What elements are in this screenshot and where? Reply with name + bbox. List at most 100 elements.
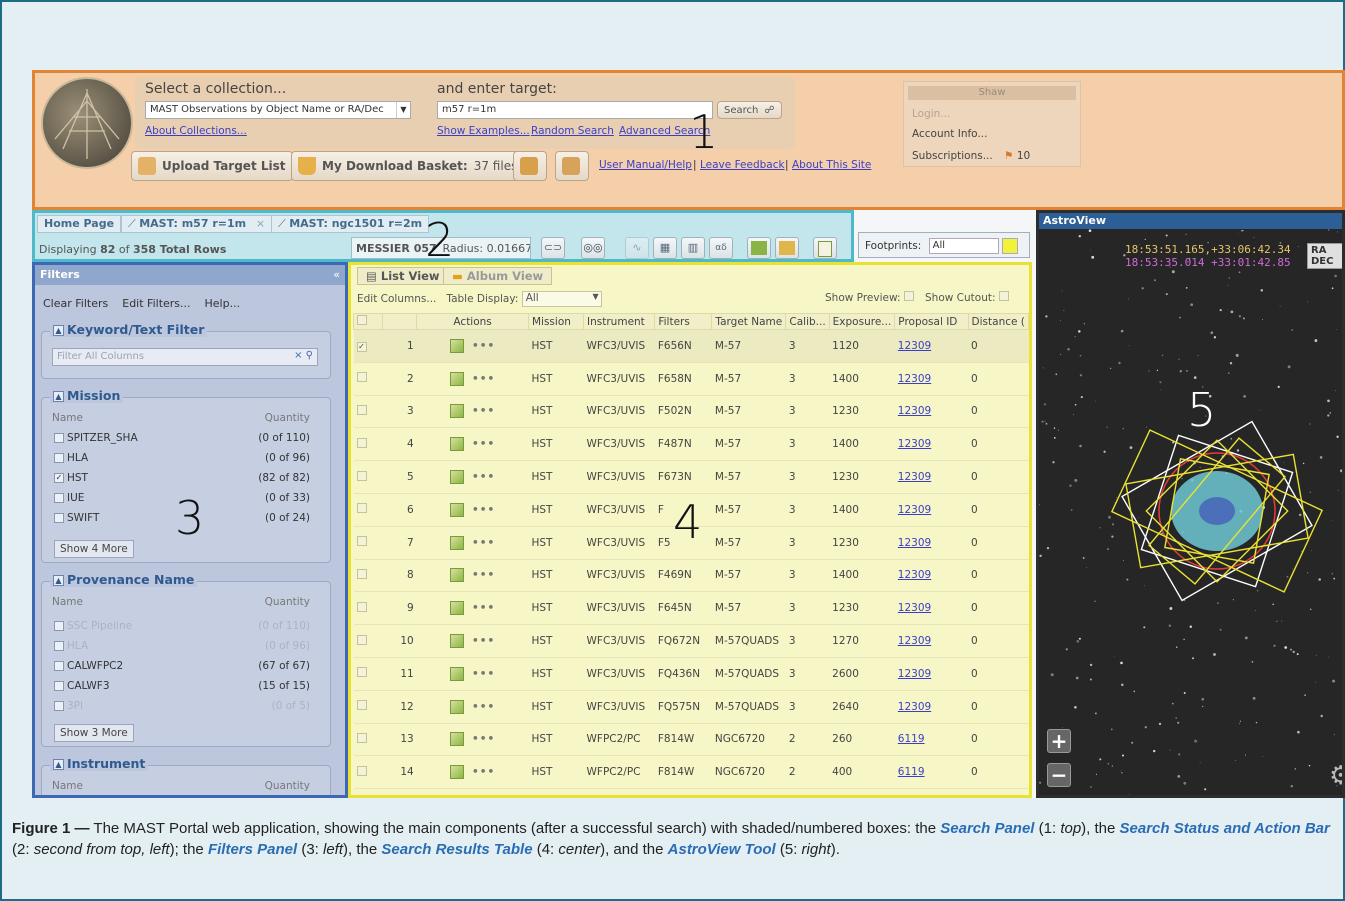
proposal-link[interactable]: 12309	[898, 635, 931, 647]
add-basket-button[interactable]	[513, 151, 547, 181]
keyword-filter-input[interactable]: Filter All Columns × ⚲	[52, 348, 318, 366]
exposure-column[interactable]: Exposure...	[828, 313, 896, 330]
edit-filters-link[interactable]: Edit Filters...	[122, 297, 190, 310]
select-all-column[interactable]	[353, 313, 383, 330]
clear-search-icon[interactable]: × ⚲	[294, 350, 313, 361]
checkbox[interactable]	[356, 536, 367, 547]
checkbox[interactable]	[54, 433, 64, 443]
proposal-id-cell[interactable]: 6119	[894, 723, 969, 757]
zoom-in-button[interactable]: +	[1047, 729, 1071, 753]
proposal-link[interactable]: 12309	[898, 569, 931, 581]
table-row[interactable]: 5 ••• HST WFC3/UVIS F673N M-57 3 1230 12309 0	[353, 460, 1029, 494]
proposal-id-cell[interactable]: 12309	[894, 427, 969, 462]
proposal-link[interactable]: 12309	[898, 537, 931, 549]
mission-filter-title[interactable]: ▲ Mission	[50, 388, 124, 403]
table-button[interactable]: ▦	[653, 237, 677, 259]
settings-gear-icon[interactable]: ⚙	[1329, 761, 1342, 791]
checkbox[interactable]: ✓	[54, 473, 64, 483]
target-input[interactable]: m57 r=1m	[437, 101, 713, 119]
edit-icon[interactable]	[450, 338, 465, 353]
more-actions-icon[interactable]: •••	[472, 340, 495, 352]
collapse-icon[interactable]: «	[333, 268, 340, 281]
quantity-column[interactable]: Quantity	[265, 780, 310, 792]
show-more-missions-button[interactable]: Show 4 More	[54, 540, 134, 558]
checkbox[interactable]	[357, 315, 367, 325]
radec-format-button[interactable]: RA DEC hhmmss	[1307, 243, 1342, 269]
caption-link-results-table[interactable]: Search Results Table	[381, 841, 532, 858]
row-actions[interactable]: •••	[416, 559, 529, 593]
about-site-link[interactable]: About This Site	[792, 159, 871, 171]
checkbox[interactable]	[356, 765, 367, 776]
link-button[interactable]: ⊂⊃	[541, 237, 565, 259]
proposal-link[interactable]: 12309	[898, 602, 931, 614]
basket-add-button[interactable]	[747, 237, 771, 259]
mission-item[interactable]: SPITZER_SHA (0 of 110)	[54, 432, 322, 444]
more-actions-icon[interactable]: •••	[472, 471, 495, 483]
more-actions-icon[interactable]: •••	[472, 766, 495, 778]
clear-filters-link[interactable]: Clear Filters	[43, 297, 108, 310]
login-link[interactable]: Login...	[912, 108, 950, 120]
proposal-id-cell[interactable]: 12309	[894, 329, 969, 363]
upload-target-list-button[interactable]: Upload Target List	[131, 151, 293, 181]
row-actions[interactable]: •••	[416, 624, 529, 658]
collection-dropdown[interactable]: MAST Observations by Object Name or RA/D…	[145, 101, 411, 119]
checkbox[interactable]	[54, 513, 64, 523]
row-checkbox[interactable]	[353, 690, 383, 724]
proposal-id-cell[interactable]: 12309	[894, 657, 969, 691]
filters-help-link[interactable]: Help...	[205, 297, 241, 310]
row-checkbox[interactable]	[353, 395, 383, 429]
row-checkbox[interactable]	[353, 624, 383, 658]
mission-item[interactable]: ✓ HST (82 of 82)	[54, 472, 322, 484]
export-button[interactable]	[813, 237, 837, 259]
row-actions[interactable]: •••	[416, 690, 529, 724]
row-actions[interactable]: •••	[416, 755, 529, 790]
row-actions[interactable]: •••	[416, 591, 529, 626]
row-checkbox[interactable]	[353, 362, 383, 396]
show-more-provenance-button[interactable]: Show 3 More	[54, 724, 134, 742]
edit-icon[interactable]	[450, 765, 465, 780]
calib-column[interactable]: Calib...	[785, 313, 830, 330]
close-icon[interactable]: ×	[256, 217, 265, 230]
show-preview-toggle[interactable]: Show Preview:	[825, 291, 914, 304]
checkbox[interactable]	[356, 732, 367, 743]
edit-icon[interactable]	[450, 666, 465, 681]
row-actions[interactable]: •••	[416, 329, 529, 363]
checkbox[interactable]	[54, 453, 64, 463]
more-actions-icon[interactable]: •••	[472, 668, 495, 680]
proposal-link[interactable]: 12309	[898, 340, 931, 352]
spectrum-button[interactable]: ∿	[625, 237, 649, 259]
edit-icon[interactable]	[450, 404, 465, 419]
proposal-link[interactable]: 6119	[898, 766, 925, 778]
target-name-column[interactable]: Target Name	[711, 313, 787, 330]
checkbox[interactable]	[356, 503, 367, 514]
proposal-id-cell[interactable]: 12309	[894, 493, 969, 527]
actions-column[interactable]: Actions	[416, 313, 529, 330]
show-examples-link[interactable]: Show Examples...	[437, 125, 530, 137]
more-actions-icon[interactable]: •••	[472, 733, 495, 745]
edit-icon[interactable]	[450, 437, 465, 452]
more-actions-icon[interactable]: •••	[472, 635, 495, 647]
proposal-id-cell[interactable]: 6119	[894, 755, 969, 790]
zoom-out-button[interactable]: −	[1047, 763, 1071, 787]
distance-column[interactable]: Distance (	[967, 313, 1029, 330]
row-checkbox[interactable]	[353, 460, 383, 494]
more-actions-icon[interactable]: •••	[472, 373, 495, 385]
proposal-id-cell[interactable]: 12309	[894, 690, 969, 724]
proposal-link[interactable]: 12309	[898, 373, 931, 385]
quantity-column[interactable]: Quantity	[265, 412, 310, 424]
proposal-id-cell[interactable]: 12309	[894, 559, 969, 593]
row-actions[interactable]: •••	[416, 657, 529, 691]
provenance-filter-title[interactable]: ▲ Provenance Name	[50, 572, 198, 587]
more-actions-icon[interactable]: •••	[472, 504, 495, 516]
edit-icon[interactable]	[450, 568, 465, 583]
mission-column[interactable]: Mission	[527, 313, 585, 330]
table-row[interactable]: 9 ••• HST WFC3/UVIS F645N M-57 3 1230 12309 0	[353, 591, 1029, 626]
checkbox[interactable]	[356, 601, 367, 612]
checkbox[interactable]	[356, 470, 367, 481]
row-actions[interactable]: •••	[416, 526, 529, 560]
footprints-dropdown[interactable]: All	[928, 238, 999, 254]
coords-button[interactable]: αδ	[709, 237, 733, 259]
table-row[interactable]: 14 ••• HST WFPC2/PC F814W NGC6720 2 400 6119 0	[353, 755, 1029, 790]
caption-link-filters-panel[interactable]: Filters Panel	[208, 841, 297, 858]
row-checkbox[interactable]	[353, 755, 383, 790]
